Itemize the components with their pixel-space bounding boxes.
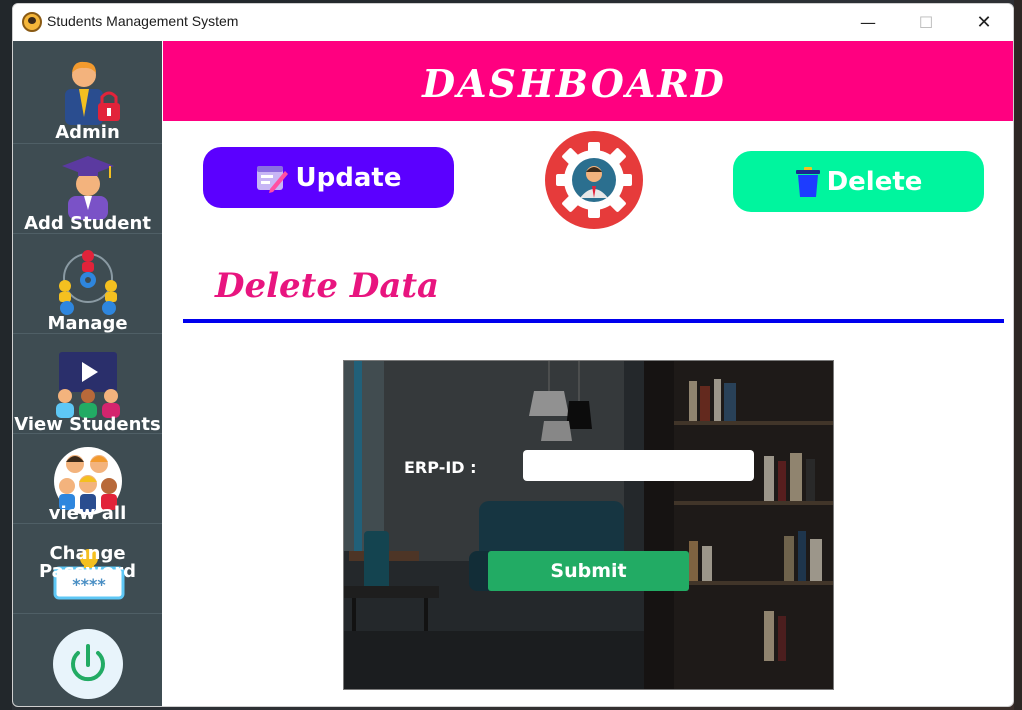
sidebar-item-view-all[interactable]: view all bbox=[13, 434, 162, 524]
manage-team-gear-icon bbox=[59, 250, 117, 315]
page-title: DASHBOARD bbox=[422, 61, 726, 106]
admin-lock-icon bbox=[65, 61, 120, 125]
graduate-icon bbox=[62, 156, 114, 220]
sidebar-item-admin[interactable]: Admin bbox=[13, 41, 162, 144]
sidebar-item-label: Add Student bbox=[24, 213, 151, 234]
close-button[interactable]: ✕ bbox=[955, 4, 1013, 41]
update-button[interactable]: Update bbox=[203, 147, 454, 208]
video-students-icon bbox=[56, 352, 120, 418]
app-logo-icon bbox=[22, 12, 42, 32]
desktop-background-right bbox=[1014, 0, 1022, 710]
library-background-image bbox=[344, 361, 833, 689]
sidebar-item-label: Admin bbox=[55, 122, 120, 143]
erp-id-input[interactable] bbox=[523, 450, 754, 481]
erp-id-label: ERP-ID : bbox=[404, 458, 477, 477]
sidebar-item-label: view all bbox=[48, 503, 127, 524]
power-icon bbox=[71, 644, 105, 682]
title-bar: Students Management System — ☐ ✕ bbox=[13, 4, 1013, 41]
sidebar-item-label: View Students bbox=[14, 414, 161, 435]
sidebar-item-label-line2: Password bbox=[38, 561, 137, 582]
sidebar-item-manage[interactable]: Manage bbox=[13, 234, 162, 334]
submit-button[interactable]: Submit bbox=[488, 551, 689, 591]
section-title: Delete Data bbox=[215, 266, 440, 306]
update-button-label: Update bbox=[295, 162, 402, 193]
settings-user-gear-icon bbox=[545, 131, 643, 229]
trash-can-icon bbox=[795, 166, 820, 197]
app-window: Students Management System — ☐ ✕ Admin A… bbox=[12, 3, 1014, 707]
section-divider bbox=[183, 319, 1004, 323]
delete-form-panel: ERP-ID : Submit bbox=[343, 360, 834, 690]
sidebar-item-view-students[interactable]: View Students bbox=[13, 334, 162, 434]
delete-button-label: Delete bbox=[826, 166, 923, 197]
sidebar-item-change-password[interactable]: **** Change Password bbox=[13, 524, 162, 614]
sidebar: Admin Add Student Manage View Students v… bbox=[13, 41, 162, 706]
edit-form-icon bbox=[256, 165, 288, 193]
sidebar-item-add-student[interactable]: Add Student bbox=[13, 144, 162, 234]
desktop-background-left bbox=[0, 0, 12, 710]
dashboard-header: DASHBOARD bbox=[163, 41, 1013, 121]
minimize-button[interactable]: — bbox=[839, 4, 897, 41]
sidebar-item-label: Manage bbox=[47, 313, 128, 334]
logout-button[interactable] bbox=[53, 629, 123, 699]
window-title: Students Management System bbox=[47, 13, 239, 29]
delete-button[interactable]: Delete bbox=[733, 151, 984, 212]
maximize-button[interactable]: ☐ bbox=[897, 4, 955, 41]
